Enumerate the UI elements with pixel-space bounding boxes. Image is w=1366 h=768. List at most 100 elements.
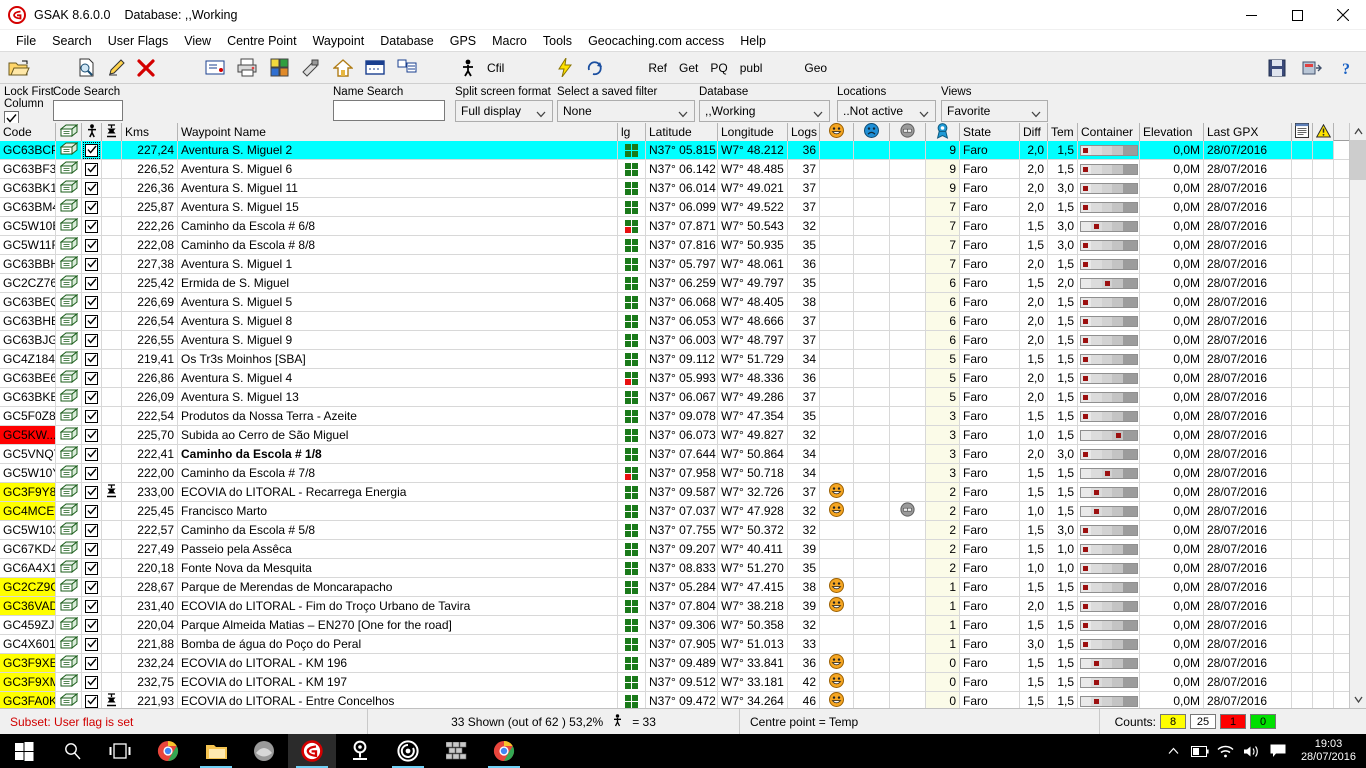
grid-header-kms[interactable]: Kms <box>122 123 178 141</box>
table-row[interactable]: GC63BHE 226,54 Aventura S. Miguel 8 N37° … <box>0 312 1366 331</box>
cell-flag[interactable] <box>82 274 102 292</box>
task-view-button[interactable] <box>96 734 144 768</box>
user-flag-person-icon[interactable] <box>455 55 481 81</box>
grid-header-name[interactable]: Waypoint Name <box>178 123 618 141</box>
cache-type-icon[interactable] <box>59 350 78 368</box>
scroll-down-button[interactable] <box>1350 691 1366 708</box>
user-flag-checkbox[interactable] <box>85 599 98 613</box>
cell-type[interactable] <box>56 274 82 292</box>
grid-header-dnf[interactable] <box>854 123 890 141</box>
user-flag-checkbox[interactable] <box>85 428 98 442</box>
user-flag-checkbox[interactable] <box>85 219 98 233</box>
cell-type[interactable] <box>56 597 82 615</box>
cache-type-icon[interactable] <box>59 255 78 273</box>
user-flag-checkbox[interactable] <box>85 238 98 252</box>
chrome2-taskbar-button[interactable] <box>480 734 528 768</box>
opera-taskbar-button[interactable] <box>384 734 432 768</box>
cell-flag[interactable] <box>82 407 102 425</box>
preview-icon[interactable] <box>71 55 101 81</box>
scrollbar-thumb[interactable] <box>1350 140 1366 180</box>
user-flag-checkbox[interactable] <box>85 295 98 309</box>
grid-header-warn[interactable] <box>1313 123 1334 141</box>
cell-type[interactable] <box>56 369 82 387</box>
maximize-button[interactable] <box>1274 0 1320 30</box>
table-row[interactable]: GC5W103 222,57 Caminho da Escola # 5/8 N3… <box>0 521 1366 540</box>
table-row[interactable]: GC2CZ76 225,42 Ermida de S. Miguel N37° 0… <box>0 274 1366 293</box>
table-row[interactable]: GC4Z184 219,41 Os Tr3s Moinhos [SBA] N37°… <box>0 350 1366 369</box>
user-flag-checkbox[interactable] <box>85 675 98 689</box>
delete-icon[interactable] <box>131 55 161 81</box>
cell-type[interactable] <box>56 559 82 577</box>
cell-flag[interactable] <box>82 369 102 387</box>
locus-taskbar-button[interactable] <box>336 734 384 768</box>
cell-flag[interactable] <box>82 160 102 178</box>
tools-hammer-icon[interactable] <box>295 55 327 81</box>
cache-type-icon[interactable] <box>59 521 78 539</box>
cell-type[interactable] <box>56 236 82 254</box>
grid-header-type[interactable] <box>56 123 82 141</box>
cache-type-icon[interactable] <box>59 483 78 501</box>
cache-type-icon[interactable] <box>59 312 78 330</box>
cell-type[interactable] <box>56 426 82 444</box>
cache-type-icon[interactable] <box>59 293 78 311</box>
calendar-icon[interactable] <box>359 55 391 81</box>
cell-type[interactable] <box>56 293 82 311</box>
grid-header-code[interactable]: Code <box>0 123 56 141</box>
cell-flag[interactable] <box>82 141 102 159</box>
name-search-input[interactable] <box>333 100 445 121</box>
table-row[interactable]: GC63BKE 226,09 Aventura S. Miguel 13 N37°… <box>0 388 1366 407</box>
grid-vertical-scrollbar[interactable] <box>1349 123 1366 708</box>
cache-type-icon[interactable] <box>59 426 78 444</box>
cell-type[interactable] <box>56 388 82 406</box>
cell-flag[interactable] <box>82 388 102 406</box>
grid-header-container[interactable]: Container <box>1078 123 1140 141</box>
cell-type[interactable] <box>56 483 82 501</box>
cell-type[interactable] <box>56 312 82 330</box>
grid-header-flag[interactable] <box>82 123 102 141</box>
cell-flag[interactable] <box>82 540 102 558</box>
user-flag-checkbox[interactable] <box>85 542 98 556</box>
menu-centre-point[interactable]: Centre Point <box>219 32 304 50</box>
cell-flag[interactable] <box>82 331 102 349</box>
battery-icon[interactable] <box>1187 734 1213 768</box>
cache-type-icon[interactable] <box>59 274 78 292</box>
chrome-taskbar-button[interactable] <box>144 734 192 768</box>
user-flag-checkbox[interactable] <box>83 141 100 159</box>
table-row[interactable]: GC5F0Z8 222,54 Produtos da Nossa Terra - … <box>0 407 1366 426</box>
cell-flag[interactable] <box>82 635 102 653</box>
table-row[interactable]: GC63BE6 226,86 Aventura S. Miguel 4 N37° … <box>0 369 1366 388</box>
cache-type-icon[interactable] <box>59 407 78 425</box>
split-screen-format-select[interactable]: Full display <box>455 100 553 122</box>
cell-type[interactable] <box>56 616 82 634</box>
cache-type-icon[interactable] <box>59 540 78 558</box>
scroll-up-button[interactable] <box>1350 123 1366 140</box>
edit-pencil-icon[interactable] <box>101 55 131 81</box>
grid-header-corr[interactable] <box>102 123 122 141</box>
grid-header-lastgpx[interactable]: Last GPX <box>1204 123 1292 141</box>
table-row[interactable]: GC3F9XE 232,24 ECOVIA do LITORAL - KM 196… <box>0 654 1366 673</box>
user-flag-checkbox[interactable] <box>85 656 98 670</box>
cache-type-icon[interactable] <box>59 236 78 254</box>
menu-waypoint[interactable]: Waypoint <box>305 32 373 50</box>
table-row[interactable]: GC5VNQY 222,41 Caminho da Escola # 1/8 N3… <box>0 445 1366 464</box>
cache-type-icon[interactable] <box>59 502 78 520</box>
cell-type[interactable] <box>56 350 82 368</box>
grid-header-elevation[interactable]: Elevation <box>1140 123 1204 141</box>
cell-type[interactable] <box>56 141 82 159</box>
cache-type-icon[interactable] <box>59 160 78 178</box>
cell-type[interactable] <box>56 654 82 672</box>
geo-button[interactable]: Geo <box>798 61 833 75</box>
refresh-icon[interactable] <box>580 55 610 81</box>
user-flag-checkbox[interactable] <box>85 390 98 404</box>
table-row[interactable]: GC63BEQ 226,69 Aventura S. Miguel 5 N37° … <box>0 293 1366 312</box>
app-taskbar-button[interactable] <box>240 734 288 768</box>
cell-type[interactable] <box>56 540 82 558</box>
gsak-taskbar-button[interactable] <box>288 734 336 768</box>
open-database-icon[interactable] <box>0 55 38 81</box>
notification-icon[interactable] <box>1265 734 1291 768</box>
cache-type-icon[interactable] <box>59 464 78 482</box>
table-row[interactable]: GC63BM4 225,87 Aventura S. Miguel 15 N37°… <box>0 198 1366 217</box>
table-row[interactable]: GC63BCP 227,24 Aventura S. Miguel 2 N37° … <box>0 141 1366 160</box>
help-icon[interactable]: ? <box>1338 55 1354 81</box>
cell-flag[interactable] <box>82 616 102 634</box>
